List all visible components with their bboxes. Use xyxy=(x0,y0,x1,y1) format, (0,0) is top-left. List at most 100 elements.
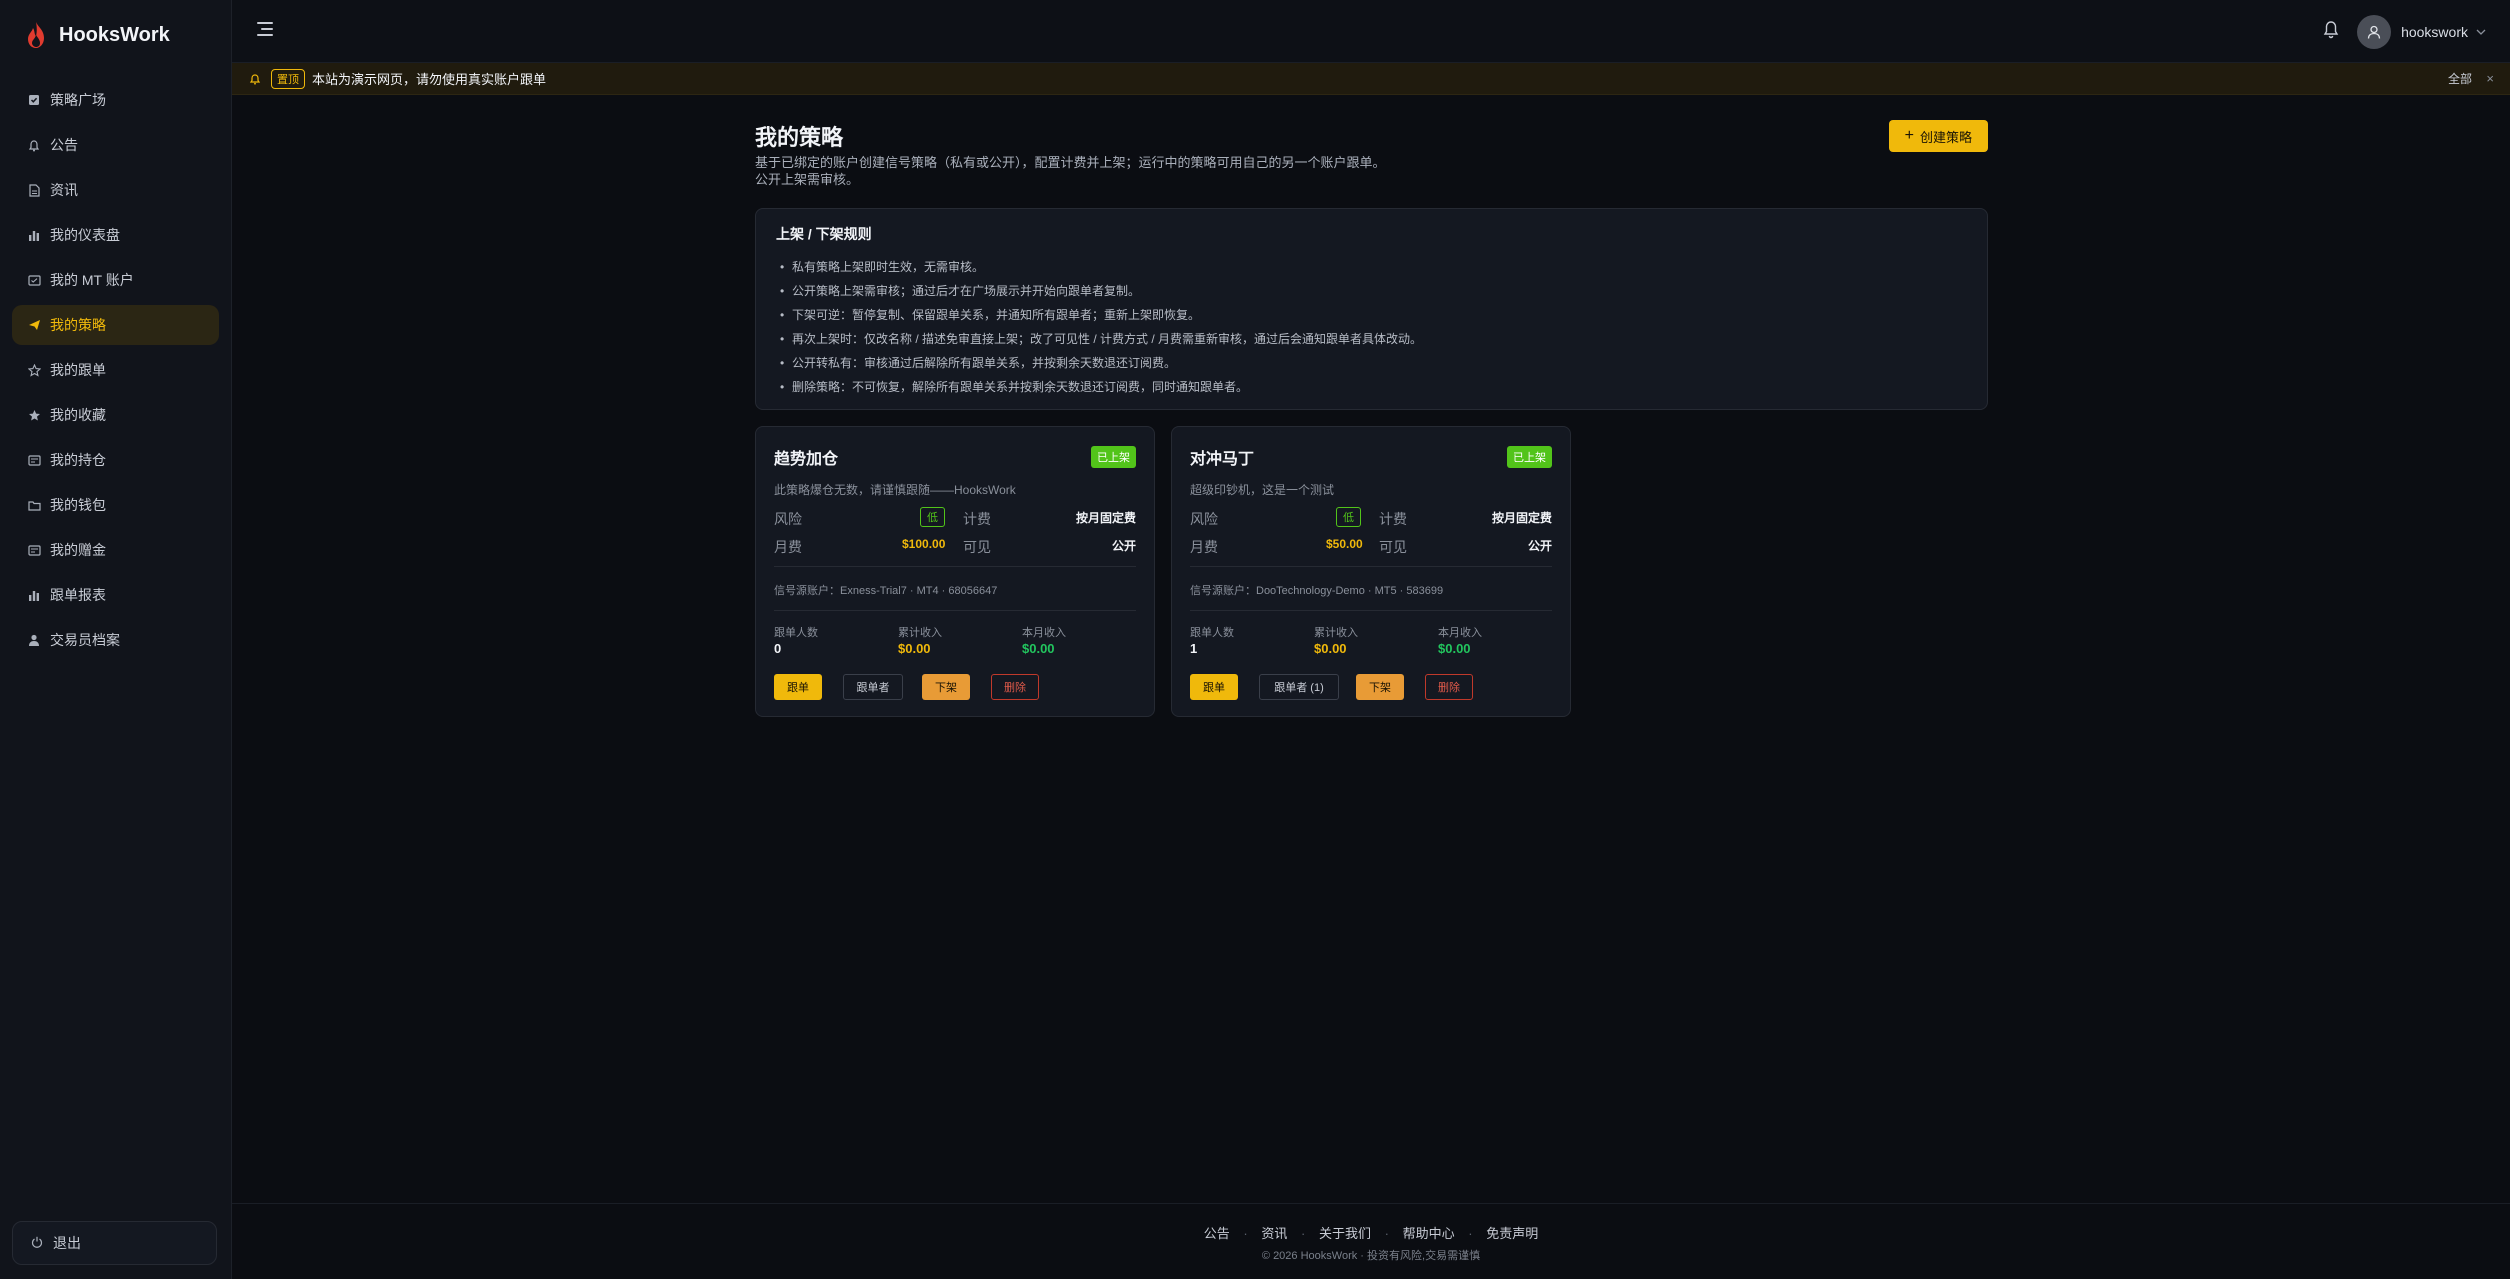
follow-button[interactable]: 跟单 xyxy=(774,674,822,700)
risk-badge: 低 xyxy=(920,507,945,527)
billing-value: 按月固定费 xyxy=(1075,511,1136,525)
sidebar-item-my-strategies[interactable]: 我的策略 xyxy=(12,305,219,345)
billing-label: 计费 xyxy=(1379,511,1407,527)
sidebar-item-label: 我的收藏 xyxy=(50,407,106,423)
strategy-description: 此策略爆仓无数，请谨慎跟随——HooksWork xyxy=(774,483,1016,497)
sidebar-item-label: 我的持仓 xyxy=(50,452,106,468)
rule-item: 公开策略上架需审核；通过后才在广场展示并开始向跟单者复制。 xyxy=(776,279,1967,303)
bar-chart-icon xyxy=(27,228,41,242)
rule-item: 再次上架时：仅改名称 / 描述免审直接上架；改了可见性 / 计费方式 / 月费需… xyxy=(776,327,1967,351)
visibility-value: 公开 xyxy=(1111,539,1136,553)
visibility-value: 公开 xyxy=(1527,539,1552,553)
delete-button[interactable]: 删除 xyxy=(1425,674,1473,700)
followers-button[interactable]: 跟单者 xyxy=(843,674,903,700)
pinned-tag: 置顶 xyxy=(271,68,305,89)
sidebar-item-label: 我的赠金 xyxy=(50,542,106,558)
rule-item: 删除策略：不可恢复，解除所有跟单关系并按剩余天数退还订阅费，同时通知跟单者。 xyxy=(776,375,1967,399)
sidebar-item-label: 我的钱包 xyxy=(50,497,106,513)
footer-link-about[interactable]: 关于我们 xyxy=(1319,1226,1371,1241)
sidebar-item-trader-profile[interactable]: 交易员档案 xyxy=(12,620,219,660)
sidebar-item-strategy-square[interactable]: 策略广场 xyxy=(12,80,219,120)
footer-separator: · xyxy=(1384,1226,1389,1241)
total-income-label: 累计收入 xyxy=(1314,627,1358,639)
notification-bell-icon[interactable] xyxy=(2322,19,2340,39)
chevron-down-icon xyxy=(2476,27,2486,38)
visibility-label: 可见 xyxy=(1379,539,1407,555)
sidebar-item-news[interactable]: 资讯 xyxy=(12,170,219,210)
bell-icon xyxy=(249,73,261,85)
unlist-button[interactable]: 下架 xyxy=(922,674,970,700)
logout-button[interactable]: 退出 xyxy=(12,1221,217,1265)
notice-all-link[interactable]: 全部 xyxy=(2448,70,2472,87)
sidebar-item-reports[interactable]: 跟单报表 xyxy=(12,575,219,615)
followers-label: 跟单人数 xyxy=(1190,627,1234,639)
followers-button[interactable]: 跟单者 (1) xyxy=(1259,674,1339,700)
topbar: hookswork xyxy=(232,0,2510,63)
page-title: 我的策略 xyxy=(755,125,844,150)
month-income-value: $0.00 xyxy=(1438,641,1471,656)
sidebar-nav: 策略广场 公告 资讯 我的仪表盘 我的 MT 账户 我的策略 我的跟单 我的收藏… xyxy=(0,70,231,675)
sidebar-item-dashboard[interactable]: 我的仪表盘 xyxy=(12,215,219,255)
sidebar-item-announcements[interactable]: 公告 xyxy=(12,125,219,165)
rule-item: 下架可逆：暂停复制、保留跟单关系，并通知所有跟单者；重新上架即恢复。 xyxy=(776,303,1967,327)
total-income-label: 累计收入 xyxy=(898,627,942,639)
footer-links: 公告 · 资讯 · 关于我们 · 帮助中心 · 免责声明 xyxy=(232,1223,2510,1242)
signal-source: 信号源账户：Exness-Trial7 · MT4 · 68056647 xyxy=(774,585,998,597)
follow-button[interactable]: 跟单 xyxy=(1190,674,1238,700)
notice-text[interactable]: 本站为演示网页，请勿使用真实账户跟单 xyxy=(312,69,546,88)
unlist-button[interactable]: 下架 xyxy=(1356,674,1404,700)
strategy-name: 趋势加仓 xyxy=(774,451,839,468)
risk-badge: 低 xyxy=(1336,507,1361,527)
sidebar-item-my-follows[interactable]: 我的跟单 xyxy=(12,350,219,390)
strategy-card: 对冲马丁 已上架 超级印钞机，这是一个测试 风险 低 计费 按月固定费 月费 $… xyxy=(1171,426,1571,717)
sidebar-item-label: 我的跟单 xyxy=(50,362,106,378)
sidebar-item-positions[interactable]: 我的持仓 xyxy=(12,440,219,480)
listing-rules-panel: 上架 / 下架规则 私有策略上架即时生效，无需审核。 公开策略上架需审核；通过后… xyxy=(755,208,1988,410)
menu-toggle-icon[interactable] xyxy=(257,22,273,36)
clipboard-check-icon xyxy=(27,93,41,107)
page-header: 我的策略 基于已绑定的账户创建信号策略（私有或公开），配置计费并上架；运行中的策… xyxy=(755,95,1988,190)
footer-link-news[interactable]: 资讯 xyxy=(1261,1226,1287,1241)
user-icon xyxy=(27,633,41,647)
app-name: HooksWork xyxy=(59,23,170,46)
logout-label: 退出 xyxy=(53,1235,81,1251)
send-icon xyxy=(27,318,41,332)
bar-chart-icon xyxy=(27,588,41,602)
divider xyxy=(1190,610,1552,611)
footer-link-announcements[interactable]: 公告 xyxy=(1204,1226,1230,1241)
avatar xyxy=(2357,15,2392,49)
divider xyxy=(1190,566,1552,567)
sidebar-item-label: 策略广场 xyxy=(50,92,106,108)
visibility-label: 可见 xyxy=(963,539,991,555)
sidebar: HooksWork 策略广场 公告 资讯 我的仪表盘 我的 MT 账户 我的策略 xyxy=(0,0,232,1279)
sidebar-item-label: 我的策略 xyxy=(50,317,106,333)
footer-link-help[interactable]: 帮助中心 xyxy=(1403,1226,1455,1241)
sidebar-item-label: 我的 MT 账户 xyxy=(50,272,134,288)
sidebar-item-wallet[interactable]: 我的钱包 xyxy=(12,485,219,525)
create-strategy-button[interactable]: + 创建策略 xyxy=(1888,120,1988,152)
fee-value: $100.00 xyxy=(902,537,946,551)
strategy-description: 超级印钞机，这是一个测试 xyxy=(1190,483,1335,497)
star-filled-icon xyxy=(27,408,41,422)
sidebar-item-favorites[interactable]: 我的收藏 xyxy=(12,395,219,435)
receipt-icon xyxy=(27,453,41,467)
billing-value: 按月固定费 xyxy=(1491,511,1552,525)
strategy-card: 趋势加仓 已上架 此策略爆仓无数，请谨慎跟随——HooksWork 风险 低 计… xyxy=(755,426,1155,717)
logo[interactable]: HooksWork xyxy=(0,0,231,70)
folder-icon xyxy=(27,498,41,512)
page-description-line: 公开上架需审核。 xyxy=(755,172,860,187)
sidebar-item-mt-accounts[interactable]: 我的 MT 账户 xyxy=(12,260,219,300)
plus-icon: + xyxy=(1904,127,1914,144)
user-menu[interactable]: hookswork xyxy=(2357,15,2486,49)
delete-button[interactable]: 删除 xyxy=(991,674,1039,700)
footer: 公告 · 资讯 · 关于我们 · 帮助中心 · 免责声明 © 2026 Hook… xyxy=(232,1203,2510,1279)
footer-separator: · xyxy=(1301,1226,1306,1241)
close-icon[interactable]: × xyxy=(2486,71,2494,86)
signal-source: 信号源账户：DooTechnology-Demo · MT5 · 583699 xyxy=(1190,585,1444,597)
notice-bar: 置顶 本站为演示网页，请勿使用真实账户跟单 全部 × xyxy=(232,63,2510,95)
rules-title: 上架 / 下架规则 xyxy=(776,226,872,242)
sidebar-item-bonus[interactable]: 我的赠金 xyxy=(12,530,219,570)
footer-copyright: © 2026 HooksWork · 投资有风险,交易需谨慎 xyxy=(1261,1250,1481,1262)
footer-link-disclaimer[interactable]: 免责声明 xyxy=(1486,1226,1538,1241)
followers-label: 跟单人数 xyxy=(774,627,818,639)
